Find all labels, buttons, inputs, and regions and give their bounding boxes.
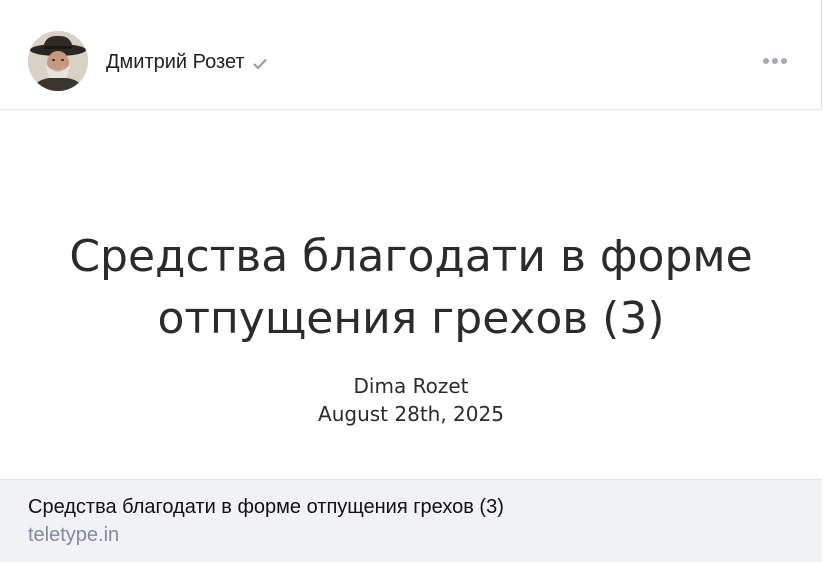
verified-check-icon <box>252 54 268 70</box>
post-header: Дмитрий Розет <box>0 0 822 110</box>
preview-title: Средства благодати в форме отпущения гре… <box>69 231 753 344</box>
author-name-text[interactable]: Дмитрий Розет <box>106 50 245 74</box>
link-domain: teletype.in <box>28 524 120 546</box>
more-dot <box>772 58 778 64</box>
post-card: Дмитрий Розет Средства благодати в форме… <box>0 0 822 562</box>
preview-date: August 28th, 2025 <box>318 402 504 426</box>
more-dots-icon[interactable] <box>757 50 793 72</box>
link-preview-image[interactable]: Средства благодати в форме отпущения гре… <box>0 110 822 479</box>
more-dot <box>781 58 787 64</box>
avatar[interactable] <box>28 31 88 91</box>
more-dot <box>763 58 769 64</box>
avatar-photo <box>28 31 88 91</box>
link-title[interactable]: Средства благодати в форме отпущения гре… <box>28 496 504 519</box>
author-name[interactable]: Дмитрий Розет <box>106 50 268 74</box>
preview-author: Dima Rozet <box>353 374 469 398</box>
link-snippet[interactable]: Средства благодати в форме отпущения гре… <box>0 479 822 562</box>
